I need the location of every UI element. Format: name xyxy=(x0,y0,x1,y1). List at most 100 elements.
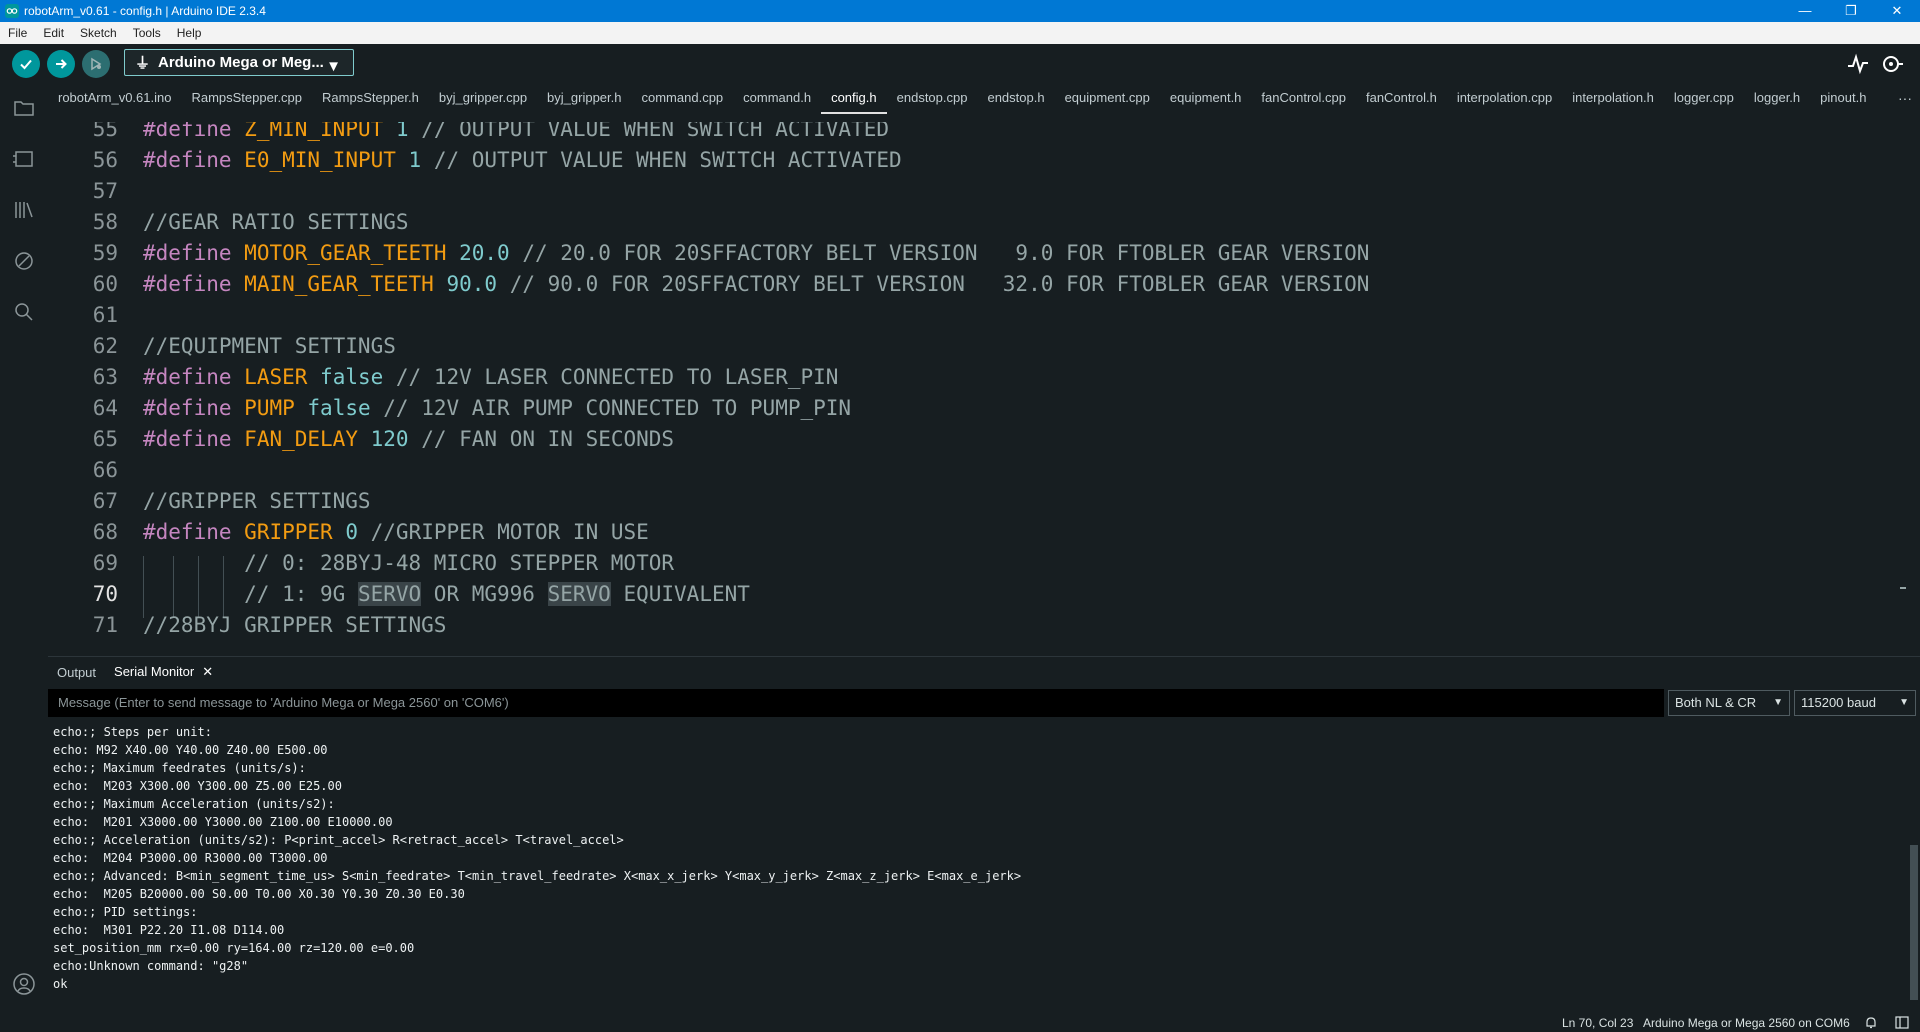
code-token: #define xyxy=(143,365,232,389)
serial-line: set_position_mm rx=0.00 ry=164.00 rz=120… xyxy=(53,941,415,955)
tab-fancontrol-cpp[interactable]: fanControl.cpp xyxy=(1251,84,1356,114)
code-text: #define FAN_DELAY 120 // FAN ON IN SECON… xyxy=(143,424,674,455)
code-token: // 20.0 FOR 20SFFACTORY BELT VERSION 9.0… xyxy=(509,241,1370,265)
tab-logger-cpp[interactable]: logger.cpp xyxy=(1664,84,1744,114)
tab-interpolation-h[interactable]: interpolation.h xyxy=(1562,84,1664,114)
code-text: //GRIPPER SETTINGS xyxy=(143,486,371,517)
line-ending-select[interactable]: Both NL & CR ▼ xyxy=(1668,690,1790,716)
tab-output[interactable]: Output xyxy=(48,665,105,680)
tab-endstop-cpp[interactable]: endstop.cpp xyxy=(887,84,978,114)
serial-scrollbar[interactable] xyxy=(1910,845,1918,1000)
menu-file[interactable]: File xyxy=(0,26,35,40)
boards-manager-icon[interactable] xyxy=(12,147,36,171)
board-selector-label: Arduino Mega or Meg... xyxy=(158,54,324,71)
tab-pinout-h[interactable]: pinout.h xyxy=(1810,84,1876,114)
tab-serial-monitor[interactable]: Serial Monitor ✕ xyxy=(105,664,222,680)
account-icon[interactable] xyxy=(12,972,36,996)
serial-line: echo:; Steps per unit: xyxy=(53,725,212,739)
tab-logger-h[interactable]: logger.h xyxy=(1744,84,1810,114)
code-token: FAN_DELAY xyxy=(244,427,358,451)
layout-icon[interactable] xyxy=(1895,1016,1909,1029)
library-manager-icon[interactable] xyxy=(12,198,36,222)
baud-rate-select[interactable]: 115200 baud ▼ xyxy=(1794,690,1916,716)
more-tabs-icon[interactable]: ··· xyxy=(1898,90,1912,106)
tab-byj-gripper-h[interactable]: byj_gripper.h xyxy=(537,84,631,114)
board-selector[interactable]: ⏚ Arduino Mega or Meg... ▼ xyxy=(124,49,354,76)
code-token: #define xyxy=(143,272,232,296)
minimize-button[interactable]: — xyxy=(1782,0,1828,22)
code-token: // OUTPUT VALUE WHEN SWITCH ACTIVATED xyxy=(408,122,889,141)
upload-button[interactable] xyxy=(47,50,75,78)
chevron-down-icon: ▼ xyxy=(1773,697,1783,708)
code-token: //EQUIPMENT SETTINGS xyxy=(143,334,396,358)
debug-sidebar-icon[interactable] xyxy=(12,249,36,273)
debug-button[interactable] xyxy=(82,50,110,78)
tab-equipment-cpp[interactable]: equipment.cpp xyxy=(1055,84,1160,114)
close-icon[interactable]: ✕ xyxy=(202,664,213,679)
activity-sidebar xyxy=(0,84,48,1014)
code-editor[interactable]: 55 #define Z_MIN_INPUT 1 // OUTPUT VALUE … xyxy=(48,122,1906,656)
line-number: 66 xyxy=(92,458,118,482)
tab-robotarm-v0-61-ino[interactable]: robotArm_v0.61.ino xyxy=(48,84,181,114)
tab-command-h[interactable]: command.h xyxy=(733,84,821,114)
tab-rampsstepper-h[interactable]: RampsStepper.h xyxy=(312,84,429,114)
serial-message-input[interactable]: Message (Enter to send message to 'Ardui… xyxy=(48,689,1664,717)
close-window-button[interactable]: ✕ xyxy=(1874,0,1920,22)
verify-icon xyxy=(20,59,32,70)
menu-help[interactable]: Help xyxy=(169,26,210,40)
status-board[interactable]: Arduino Mega or Mega 2560 on COM6 xyxy=(1643,1016,1850,1030)
code-token: #define xyxy=(143,241,232,265)
line-number: 62 xyxy=(92,334,118,358)
serial-output[interactable]: echo:; Steps per unit: echo: M92 X40.00 Y… xyxy=(48,723,1898,1013)
line-number: 65 xyxy=(92,427,118,451)
editor-scrollbar[interactable] xyxy=(1900,587,1906,589)
line-number: 69 xyxy=(92,551,118,575)
menu-edit[interactable]: Edit xyxy=(35,26,72,40)
code-token: //GRIPPER SETTINGS xyxy=(143,489,371,513)
serial-plotter-icon[interactable] xyxy=(1846,52,1870,76)
line-number: 71 xyxy=(92,613,118,637)
tab-byj-gripper-cpp[interactable]: byj_gripper.cpp xyxy=(429,84,537,114)
serial-line: echo: M203 X300.00 Y300.00 Z5.00 E25.00 xyxy=(53,779,342,793)
baud-rate-value: 115200 baud xyxy=(1801,695,1876,710)
tab-command-cpp[interactable]: command.cpp xyxy=(632,84,734,114)
code-token: // 12V LASER CONNECTED TO LASER_PIN xyxy=(383,365,839,389)
code-text: #define PUMP false // 12V AIR PUMP CONNE… xyxy=(143,393,851,424)
menu-tools[interactable]: Tools xyxy=(125,26,169,40)
code-token: E0_MIN_INPUT xyxy=(244,148,396,172)
code-token: 20.0 xyxy=(459,241,510,265)
status-bar: Ln 70, Col 23 Arduino Mega or Mega 2560 … xyxy=(0,1014,1920,1032)
code-token: // 1: 9G xyxy=(143,582,358,606)
bottom-panel: Output Serial Monitor ✕ Message (Enter to… xyxy=(48,656,1920,1015)
verify-button[interactable] xyxy=(12,50,40,78)
tab-interpolation-cpp[interactable]: interpolation.cpp xyxy=(1447,84,1562,114)
menu-sketch[interactable]: Sketch xyxy=(72,26,125,40)
tab-equipment-h[interactable]: equipment.h xyxy=(1160,84,1252,114)
line-number: 61 xyxy=(92,303,118,327)
code-text: #define E0_MIN_INPUT 1 // OUTPUT VALUE W… xyxy=(143,145,902,176)
upload-icon xyxy=(56,59,67,69)
serial-monitor-icon[interactable] xyxy=(1880,52,1904,76)
tab-rampsstepper-cpp[interactable]: RampsStepper.cpp xyxy=(181,84,312,114)
code-token: false xyxy=(320,365,384,389)
cursor-position[interactable]: Ln 70, Col 23 xyxy=(1562,1016,1633,1030)
search-icon[interactable] xyxy=(12,300,36,324)
tab-fancontrol-h[interactable]: fanControl.h xyxy=(1356,84,1447,114)
serial-line: echo:; Maximum Acceleration (units/s2): xyxy=(53,797,335,811)
notification-bell-icon[interactable] xyxy=(1865,1016,1877,1029)
tab-config-h[interactable]: config.h xyxy=(821,84,887,114)
sketchbook-folder-icon[interactable] xyxy=(12,96,36,120)
tab-endstop-h[interactable]: endstop.h xyxy=(977,84,1054,114)
line-number: 57 xyxy=(92,179,118,203)
code-token: // OUTPUT VALUE WHEN SWITCH ACTIVATED xyxy=(421,148,902,172)
arduino-logo-icon xyxy=(5,4,19,18)
maximize-button[interactable]: ❐ xyxy=(1828,0,1874,22)
